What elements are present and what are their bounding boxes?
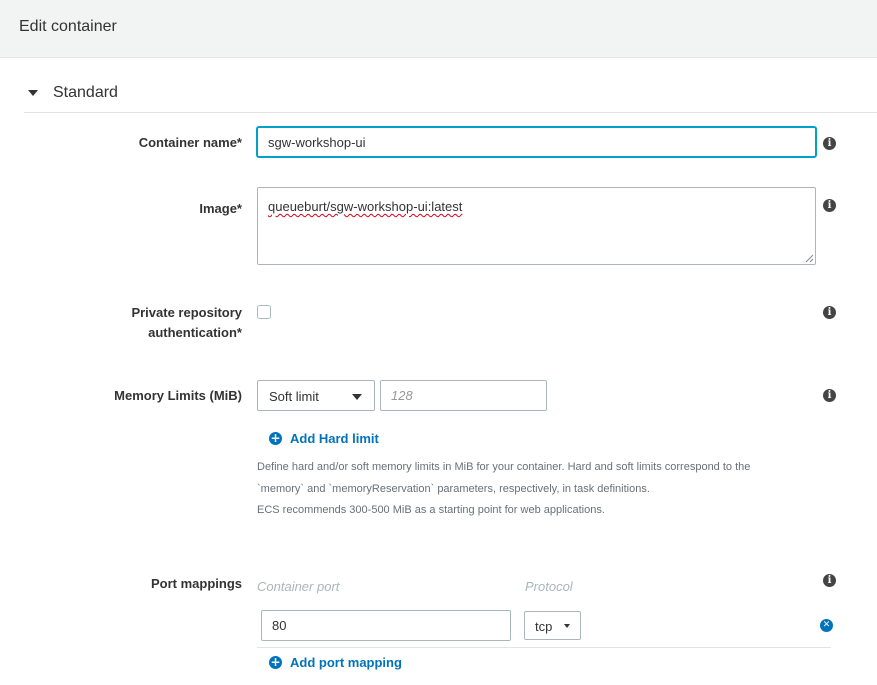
add-port-mapping-label: Add port mapping <box>290 655 402 670</box>
modal-header: Edit container <box>0 0 877 58</box>
help-text-line: ECS recommends 300-500 MiB as a starting… <box>257 504 605 516</box>
caret-down-icon <box>28 90 38 96</box>
container-name-input[interactable] <box>257 127 816 157</box>
image-label: Image* <box>199 201 242 216</box>
private-repo-label-line1: Private repository <box>131 305 242 320</box>
image-value: queueburt/sgw-workshop-ui:latest <box>268 199 463 214</box>
info-icon[interactable]: i <box>823 199 836 212</box>
memory-limits-label: Memory Limits (MiB) <box>114 388 242 403</box>
add-hard-limit-label: Add Hard limit <box>290 431 379 446</box>
protocol-column-header: Protocol <box>525 579 573 594</box>
add-port-mapping-link[interactable]: + Add port mapping <box>269 655 402 670</box>
help-text-line: Define hard and/or soft memory limits in… <box>257 461 751 473</box>
page-title: Edit container <box>19 18 117 35</box>
caret-down-icon <box>564 624 570 628</box>
soft-limit-input[interactable] <box>380 380 547 411</box>
section-title: Standard <box>53 84 118 101</box>
protocol-select[interactable]: tcp <box>524 611 581 640</box>
info-icon[interactable]: i <box>823 574 836 587</box>
plus-circle-icon: + <box>269 655 282 669</box>
resize-grip-icon[interactable] <box>804 253 814 263</box>
help-text-line: `memory` and `memoryReservation` paramet… <box>257 483 650 495</box>
limit-type-value: Soft limit <box>269 389 319 404</box>
image-textarea[interactable]: queueburt/sgw-workshop-ui:latest <box>257 187 816 265</box>
info-icon[interactable]: i <box>823 389 836 402</box>
section-divider <box>24 112 877 113</box>
row-divider <box>257 647 831 648</box>
private-repo-checkbox[interactable] <box>257 305 271 319</box>
limit-type-select[interactable]: Soft limit <box>257 380 375 411</box>
protocol-value: tcp <box>535 619 553 634</box>
remove-circle-icon[interactable]: ✕ <box>820 619 833 632</box>
caret-down-icon <box>352 394 362 400</box>
plus-circle-icon: + <box>269 431 282 445</box>
section-toggle-standard[interactable]: Standard <box>28 84 118 102</box>
container-port-input[interactable] <box>261 610 511 641</box>
private-repo-label-line2: authentication* <box>148 325 242 340</box>
info-icon[interactable]: i <box>823 306 836 319</box>
port-mappings-label: Port mappings <box>150 576 242 591</box>
container-port-column-header: Container port <box>257 579 340 594</box>
container-name-label: Container name* <box>138 135 242 150</box>
add-hard-limit-link[interactable]: + Add Hard limit <box>269 431 379 446</box>
info-icon[interactable]: i <box>823 137 836 150</box>
